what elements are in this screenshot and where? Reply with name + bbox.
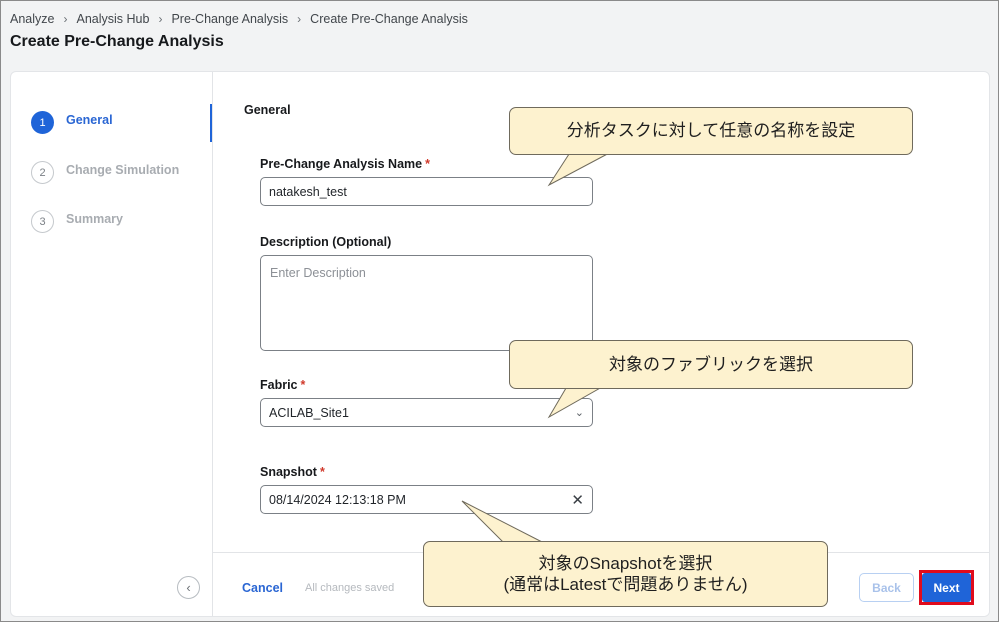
page-title: Create Pre-Change Analysis <box>10 33 224 50</box>
breadcrumb-analyze[interactable]: Analyze <box>10 12 54 26</box>
name-input-value: natakesh_test <box>269 184 347 199</box>
back-button[interactable]: Back <box>859 573 914 602</box>
save-status: All changes saved <box>305 582 395 594</box>
chevron-right-icon: › <box>297 12 302 26</box>
callout-snapshot-hint: 対象のSnapshotを選択 (通常はLatestで問題ありません) <box>423 541 828 607</box>
required-mark: * <box>319 465 325 479</box>
callout-text-line1: 対象のSnapshotを選択 <box>538 553 713 573</box>
name-label-text: Pre-Change Analysis Name <box>260 157 423 171</box>
step-number: 2 <box>31 161 54 184</box>
callout-name-hint: 分析タスクに対して任意の名称を設定 <box>509 107 913 155</box>
breadcrumb-current: Create Pre-Change Analysis <box>310 12 468 26</box>
fabric-label-text: Fabric <box>260 378 298 392</box>
step-number: 1 <box>31 111 54 134</box>
step-label: Change Simulation <box>66 162 180 177</box>
callout-text-line2: (通常はLatestで問題ありません) <box>503 575 748 594</box>
callout-tail <box>547 150 614 187</box>
name-label: Pre-Change Analysis Name * <box>260 157 430 171</box>
callout-text: 対象のファブリックを選択 <box>609 354 813 374</box>
breadcrumb-pre-change-analysis[interactable]: Pre-Change Analysis <box>171 12 288 26</box>
snapshot-label: Snapshot * <box>260 465 325 479</box>
callout-text: 分析タスクに対して任意の名称を設定 <box>566 121 856 141</box>
description-placeholder: Enter Description <box>270 266 366 280</box>
fabric-select-value: ACILAB_Site1 <box>269 405 349 420</box>
description-textarea[interactable]: Enter Description <box>260 255 593 351</box>
wizard-stepper: 1 General 2 Change Simulation 3 Summary … <box>11 72 213 616</box>
snapshot-select-value: 08/14/2024 12:13:18 PM <box>269 492 406 507</box>
active-step-indicator <box>210 104 212 142</box>
description-label: Description (Optional) <box>260 235 392 249</box>
callout-tail <box>461 500 545 544</box>
required-mark: * <box>300 378 306 392</box>
chevron-left-icon: ‹ <box>186 580 191 595</box>
section-title: General <box>244 103 291 117</box>
cancel-button[interactable]: Cancel <box>242 581 283 595</box>
chevron-right-icon: › <box>63 12 68 26</box>
step-label: General <box>66 112 113 127</box>
fabric-label: Fabric * <box>260 378 305 392</box>
app-window: Analyze › Analysis Hub › Pre-Change Anal… <box>0 0 999 622</box>
callout-fabric-hint: 対象のファブリックを選択 <box>509 340 913 389</box>
required-mark: * <box>425 157 430 171</box>
snapshot-label-text: Snapshot <box>260 465 317 479</box>
step-label: Summary <box>66 211 123 226</box>
step-number: 3 <box>31 210 54 233</box>
close-icon[interactable]: ✕ <box>571 491 584 509</box>
step-general[interactable]: 1 General <box>31 111 113 134</box>
breadcrumb: Analyze › Analysis Hub › Pre-Change Anal… <box>10 12 468 26</box>
next-button[interactable]: Next <box>922 573 971 602</box>
chevron-right-icon: › <box>158 12 163 26</box>
breadcrumb-analysis-hub[interactable]: Analysis Hub <box>76 12 149 26</box>
collapse-sidebar-button[interactable]: ‹ <box>177 576 200 599</box>
step-summary[interactable]: 3 Summary <box>31 210 123 233</box>
step-change-simulation[interactable]: 2 Change Simulation <box>31 161 179 184</box>
